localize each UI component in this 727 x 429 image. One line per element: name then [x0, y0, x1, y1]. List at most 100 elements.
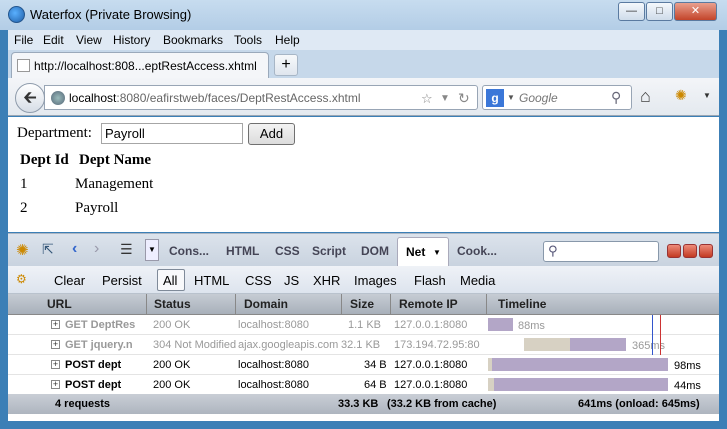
department-label: Department: — [17, 125, 92, 141]
cell-dept-id: 2 — [20, 200, 28, 216]
panel-list-dropdown-icon[interactable]: ▼ — [145, 239, 159, 261]
firebug-logo-icon[interactable]: ✺ — [16, 241, 29, 259]
filter-images[interactable]: Images — [354, 273, 397, 288]
column-domain[interactable]: Domain — [244, 297, 288, 311]
request-row[interactable]: + POST dept 200 OK localhost:8080 34 B 1… — [8, 355, 719, 375]
column-status[interactable]: Status — [154, 297, 191, 311]
column-remote-ip[interactable]: Remote IP — [399, 297, 458, 311]
history-dropdown-icon[interactable]: ▼ — [440, 93, 450, 104]
request-row[interactable]: + GET DeptRes 200 OK localhost:8080 1.1 … — [8, 315, 719, 335]
filter-js[interactable]: JS — [284, 273, 299, 288]
close-window-button[interactable]: ✕ — [674, 2, 717, 21]
google-engine-icon[interactable]: g — [486, 89, 504, 107]
tab-bar: http://localhost:808...eptRestAccess.xht… — [8, 50, 719, 78]
menu-view[interactable]: View — [76, 33, 102, 47]
expand-icon[interactable]: + — [51, 360, 60, 369]
window-title: Waterfox (Private Browsing) — [30, 7, 192, 22]
expand-icon[interactable]: + — [51, 340, 60, 349]
engine-dropdown-icon[interactable]: ▼ — [507, 93, 515, 102]
menu-edit[interactable]: Edit — [43, 33, 64, 47]
menu-tools[interactable]: Tools — [234, 33, 262, 47]
filter-flash[interactable]: Flash — [414, 273, 446, 288]
browser-logo-icon — [8, 6, 25, 23]
request-url: GET jquery.n — [65, 339, 133, 351]
request-row[interactable]: + GET jquery.n 304 Not Modified ajax.goo… — [8, 335, 719, 355]
firebug-search-input[interactable]: ⚲ — [543, 241, 659, 262]
tab-script[interactable]: Script — [312, 244, 346, 258]
url-bar[interactable]: localhost:8080/eafirstweb/faces/DeptRest… — [44, 85, 478, 110]
minimize-button[interactable]: — — [618, 2, 645, 21]
request-domain: localhost:8080 — [238, 319, 309, 331]
cell-dept-id: 1 — [20, 176, 28, 192]
persist-button[interactable]: Persist — [102, 273, 142, 288]
expand-icon[interactable]: + — [51, 320, 60, 329]
column-divider[interactable] — [146, 294, 147, 315]
bookmark-star-icon[interactable]: ☆ — [421, 91, 433, 107]
tab-dept-rest-access[interactable]: http://localhost:808...eptRestAccess.xht… — [11, 52, 269, 78]
search-icon: ⚲ — [548, 243, 558, 258]
column-divider[interactable] — [235, 294, 236, 315]
request-time: 88ms — [518, 320, 545, 332]
net-filter-bar: ⚙ Clear Persist All HTML CSS JS XHR Imag… — [8, 266, 719, 294]
filter-xhr[interactable]: XHR — [313, 273, 340, 288]
request-domain: localhost:8080 — [238, 359, 309, 371]
navigation-toolbar: localhost:8080/eafirstweb/faces/DeptRest… — [8, 78, 719, 116]
status-strip — [8, 414, 719, 421]
timeline-blocking-bar — [524, 338, 570, 351]
home-icon[interactable]: ⌂ — [640, 86, 651, 107]
column-timeline[interactable]: Timeline — [498, 297, 546, 311]
column-divider[interactable] — [341, 294, 342, 315]
panel-menu-icon[interactable]: ☰ — [120, 241, 133, 258]
minimize-firebug-icon[interactable] — [667, 244, 681, 258]
xhr-breakpoint-icon[interactable]: ⚙ — [16, 272, 27, 286]
menu-file[interactable]: File — [14, 33, 33, 47]
menu-help[interactable]: Help — [275, 33, 300, 47]
total-timing: 641ms (onload: 645ms) — [578, 398, 700, 410]
tab-cookies[interactable]: Cook... — [457, 244, 497, 258]
menu-history[interactable]: History — [113, 33, 150, 47]
search-box[interactable]: g ▼ Google ⚲ — [482, 85, 632, 110]
tab-net[interactable]: Net ▼ — [397, 237, 449, 267]
filter-html[interactable]: HTML — [194, 273, 229, 288]
tab-html[interactable]: HTML — [226, 244, 259, 258]
tab-label: http://localhost:808...eptRestAccess.xht… — [34, 59, 257, 73]
tab-console[interactable]: Cons... — [169, 244, 209, 258]
clear-button[interactable]: Clear — [54, 273, 85, 288]
filter-css[interactable]: CSS — [245, 273, 272, 288]
column-url[interactable]: URL — [47, 297, 72, 311]
net-dropdown-icon[interactable]: ▼ — [433, 248, 441, 257]
reload-icon[interactable]: ↻ — [458, 90, 470, 107]
request-remote-ip: 173.194.72.95:80 — [394, 339, 480, 351]
search-icon[interactable]: ⚲ — [611, 89, 621, 106]
new-tab-button[interactable]: + — [274, 54, 298, 76]
expand-icon[interactable]: + — [51, 380, 60, 389]
back-arrow-icon: 🡰 — [23, 88, 37, 107]
add-button[interactable]: Add — [248, 123, 295, 145]
back-nav-icon[interactable]: ‹ — [72, 240, 77, 258]
filter-media[interactable]: Media — [460, 273, 495, 288]
department-input[interactable] — [101, 123, 243, 144]
request-count: 4 requests — [55, 398, 111, 410]
menu-bookmarks[interactable]: Bookmarks — [163, 33, 223, 47]
firebug-menu-icon[interactable]: ▼ — [703, 91, 711, 100]
timeline-bar — [488, 318, 513, 331]
column-divider[interactable] — [390, 294, 391, 315]
forward-nav-icon[interactable]: › — [94, 240, 99, 258]
maximize-button[interactable]: □ — [646, 2, 673, 21]
request-row[interactable]: + POST dept 200 OK localhost:8080 64 B 1… — [8, 375, 719, 395]
firebug-icon[interactable]: ✺ — [675, 87, 687, 104]
net-summary-row: 4 requests 33.3 KB (33.2 KB from cache) … — [8, 394, 719, 414]
tab-dom[interactable]: DOM — [361, 244, 389, 258]
detach-firebug-icon[interactable] — [683, 244, 697, 258]
column-divider[interactable] — [486, 294, 487, 315]
menu-bar: File Edit View History Bookmarks Tools H… — [8, 30, 719, 50]
cache-size: (33.2 KB from cache) — [387, 398, 497, 410]
tab-css[interactable]: CSS — [275, 244, 300, 258]
request-size: 34 B — [364, 359, 387, 371]
request-url: GET DeptRes — [65, 319, 136, 331]
inspect-icon[interactable]: ⇱ — [42, 241, 54, 258]
filter-all-label: All — [163, 273, 178, 288]
close-firebug-icon[interactable] — [699, 244, 713, 258]
column-size[interactable]: Size — [350, 297, 374, 311]
back-button[interactable]: 🡰 — [15, 83, 45, 113]
